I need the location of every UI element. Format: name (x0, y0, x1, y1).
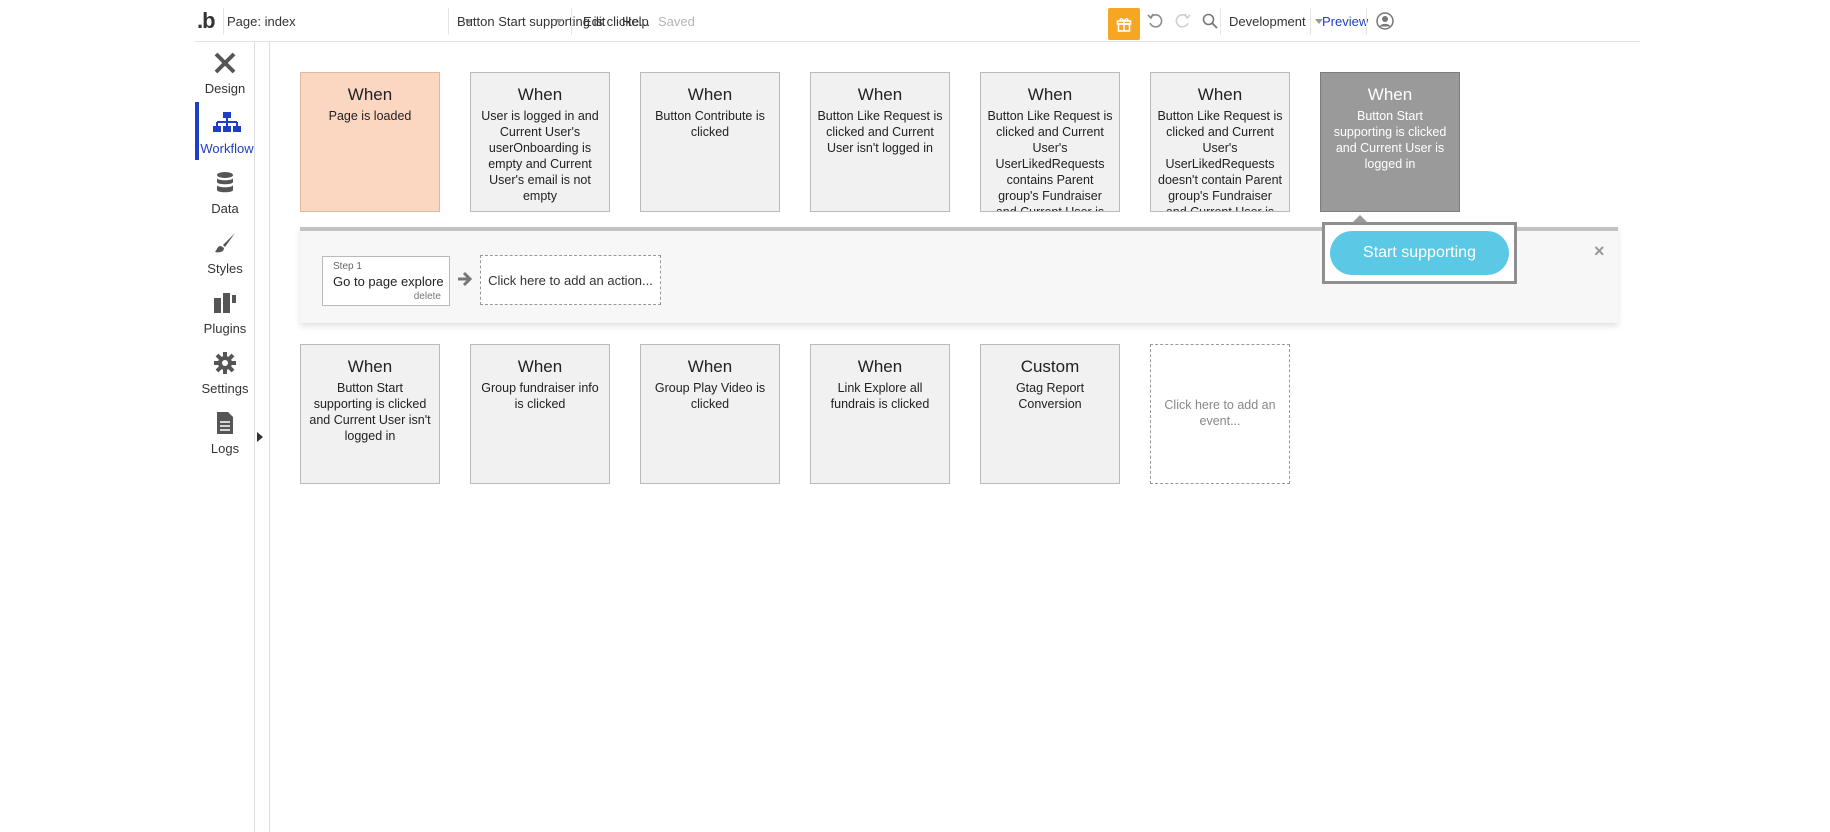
workflow-icon (213, 109, 241, 137)
event-keyword: When (1367, 85, 1413, 104)
plugin-icon (211, 289, 239, 317)
event-card[interactable]: When Button Like Request is clicked and … (810, 72, 950, 212)
event-card[interactable]: When Link Explore all fundrais is clicke… (810, 344, 950, 484)
page-selector-label: Page: index (227, 13, 296, 29)
design-icon (211, 49, 239, 77)
sidebar-item-label: Plugins (203, 321, 247, 336)
event-description: Button Start supporting is clicked and C… (309, 381, 431, 443)
left-sidebar: Design Workflow Data Styles Plugins Sett… (195, 42, 255, 832)
divider (571, 8, 572, 35)
event-card[interactable]: When Page is loaded (300, 72, 440, 212)
event-description: Gtag Report Conversion (1015, 381, 1085, 411)
preview-link[interactable]: Preview (1322, 0, 1368, 42)
divider (1220, 8, 1221, 35)
document-icon (211, 409, 239, 437)
action-step[interactable]: Step 1 Go to page explore delete (322, 256, 450, 306)
event-description: Button Like Request is clicked and Curre… (817, 109, 943, 155)
event-description: Button Contribute is clicked (655, 109, 765, 139)
element-preview: Start supporting (1322, 222, 1517, 284)
sidebar-item-label: Settings (201, 381, 249, 396)
sidebar-item-styles[interactable]: Styles (195, 222, 255, 280)
event-description: Page is loaded (328, 109, 412, 123)
event-card-selected[interactable]: When Button Start supporting is clicked … (1320, 72, 1460, 212)
event-keyword: When (687, 85, 733, 104)
event-description: Button Like Request is clicked and Curre… (1157, 109, 1283, 212)
divider (448, 8, 449, 35)
sidebar-item-plugins[interactable]: Plugins (195, 282, 255, 340)
event-card[interactable]: When User is logged in and Current User'… (470, 72, 610, 212)
gear-icon (211, 349, 239, 377)
close-icon[interactable]: × (1594, 241, 1605, 262)
event-description: Link Explore all fundrais is clicked (830, 381, 930, 411)
event-description: User is logged in and Current User's use… (481, 109, 599, 203)
event-card[interactable]: When Button Like Request is clicked and … (1150, 72, 1290, 212)
sidebar-item-label: Data (211, 201, 239, 216)
event-keyword: When (1197, 85, 1243, 104)
save-status: Saved (658, 13, 695, 29)
user-menu[interactable] (1374, 0, 1396, 42)
step-number: Step 1 (333, 261, 362, 272)
event-keyword: When (517, 357, 563, 376)
undo-button[interactable] (1145, 0, 1165, 42)
sidebar-expand-arrow-icon[interactable] (257, 432, 263, 442)
delete-step-link[interactable]: delete (414, 291, 441, 302)
event-card[interactable]: When Button Contribute is clicked (640, 72, 780, 212)
divider (1366, 8, 1367, 35)
event-keyword: When (1027, 85, 1073, 104)
gift-button[interactable] (1108, 8, 1140, 40)
event-keyword: When (347, 85, 393, 104)
event-card[interactable]: Custom Gtag Report Conversion (980, 344, 1120, 484)
event-keyword: When (857, 85, 903, 104)
event-keyword: When (517, 85, 563, 104)
event-card[interactable]: When Button Like Request is clicked and … (980, 72, 1120, 212)
event-description: Button Start supporting is clicked and C… (1333, 109, 1447, 171)
add-action-button[interactable]: Click here to add an action... (480, 255, 661, 305)
add-event-label: Click here to add an event... (1164, 398, 1276, 428)
search-button[interactable] (1200, 0, 1220, 42)
environment-label: Development (1229, 13, 1306, 29)
undo-icon (1147, 13, 1163, 28)
brush-icon (211, 229, 239, 257)
event-card[interactable]: When Group fundraiser info is clicked (470, 344, 610, 484)
divider (1310, 8, 1311, 35)
database-icon (211, 169, 239, 197)
sidebar-item-data[interactable]: Data (195, 162, 255, 220)
event-keyword: When (347, 357, 393, 376)
editor-app: .b Page: index Button Start supporting i… (0, 0, 1830, 832)
sidebar-item-label: Workflow (200, 141, 254, 156)
bubble-logo[interactable]: .b (197, 0, 219, 42)
event-description: Group Play Video is clicked (654, 381, 766, 411)
menu-help[interactable]: Help (622, 0, 649, 42)
event-keyword: Custom (1020, 357, 1080, 376)
event-keyword: When (857, 357, 903, 376)
arrow-right-icon (458, 271, 473, 287)
event-keyword: When (687, 357, 733, 376)
chevron-down-icon (555, 19, 563, 24)
user-avatar-icon (1376, 12, 1394, 30)
event-description: Group fundraiser info is clicked (481, 381, 599, 411)
sidebar-item-label: Logs (210, 441, 240, 456)
sidebar-item-design[interactable]: Design (195, 42, 255, 100)
gift-icon (1116, 18, 1132, 32)
redo-icon (1175, 13, 1191, 28)
add-event-button[interactable]: Click here to add an event... (1150, 344, 1290, 484)
environment-selector[interactable]: Development (1229, 0, 1323, 42)
sidebar-item-label: Design (204, 81, 246, 96)
step-name: Go to page explore (333, 274, 444, 289)
redo-button[interactable] (1173, 0, 1193, 42)
event-description: Button Like Request is clicked and Curre… (987, 109, 1113, 212)
top-bar: .b Page: index Button Start supporting i… (195, 0, 1640, 42)
event-card[interactable]: When Group Play Video is clicked (640, 344, 780, 484)
event-selector-label: Button Start supporting is clicke... (457, 13, 650, 29)
event-card[interactable]: When Button Start supporting is clicked … (300, 344, 440, 484)
divider (223, 8, 224, 35)
menu-edit[interactable]: Edit (583, 0, 605, 42)
divider (269, 42, 270, 832)
sidebar-item-settings[interactable]: Settings (195, 342, 255, 400)
sidebar-item-logs[interactable]: Logs (195, 402, 255, 460)
start-supporting-button[interactable]: Start supporting (1330, 231, 1509, 275)
search-icon (1202, 13, 1218, 29)
sidebar-item-label: Styles (207, 261, 243, 276)
sidebar-item-workflow[interactable]: Workflow (195, 102, 255, 160)
